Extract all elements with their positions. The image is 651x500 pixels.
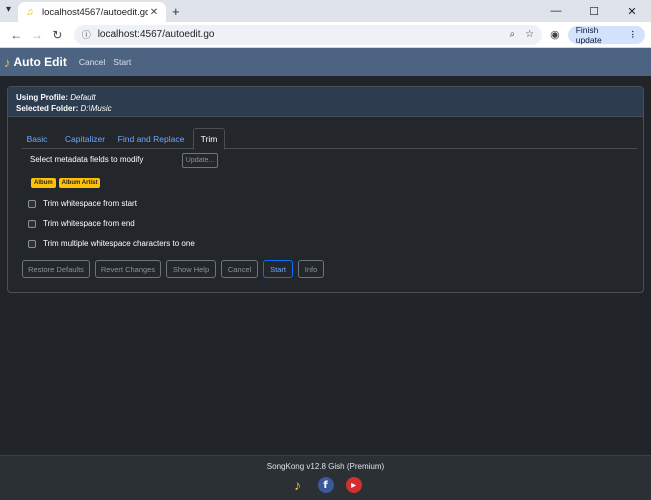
tab-search-icon[interactable]: ▾ bbox=[6, 4, 11, 15]
profile-line: Using Profile: Default bbox=[16, 92, 635, 103]
field-badge: Album bbox=[31, 178, 56, 188]
trim-multiple-label: Trim multiple whitespace characters to o… bbox=[43, 239, 195, 248]
fields-label: Select metadata fields to modify bbox=[30, 155, 144, 164]
music-note-icon: ♫ bbox=[26, 6, 34, 18]
tab-basic[interactable]: Basic bbox=[22, 128, 52, 149]
show-help-button[interactable]: Show Help bbox=[166, 260, 216, 278]
folder-label: Selected Folder: bbox=[16, 104, 79, 113]
zoom-icon[interactable]: ⌕ bbox=[510, 29, 516, 40]
profile-label: Using Profile: bbox=[16, 93, 69, 102]
trim-start-checkbox[interactable] bbox=[28, 199, 36, 208]
revert-changes-button[interactable]: Revert Changes bbox=[95, 260, 161, 278]
settings-tabs: Basic Capitalizer Find and Replace Trim bbox=[22, 128, 637, 150]
card-header: Using Profile: Default Selected Folder: … bbox=[8, 87, 643, 117]
nav-cancel-link[interactable]: Cancel bbox=[79, 57, 105, 67]
youtube-icon[interactable]: ▶ bbox=[345, 477, 362, 493]
profile-icon[interactable]: ◉ bbox=[550, 28, 560, 41]
profile-value: Default bbox=[70, 93, 96, 102]
minimize-icon[interactable]: — bbox=[537, 0, 575, 22]
url-text: localhost:4567/autoedit.go bbox=[97, 29, 215, 40]
footer-icons: ♪ f ▶ bbox=[0, 477, 651, 493]
app-footer: SongKong v12.8 Gish (Premium) ♪ f ▶ bbox=[0, 455, 651, 500]
new-tab-icon[interactable]: + bbox=[172, 4, 180, 19]
bookmark-star-icon[interactable]: ☆ bbox=[525, 29, 534, 40]
autoedit-card: Using Profile: Default Selected Folder: … bbox=[7, 86, 644, 293]
brand-title: Auto Edit bbox=[13, 55, 67, 69]
tab-capitalizer[interactable]: Capitalizer bbox=[56, 128, 114, 149]
tab-find-and-replace[interactable]: Find and Replace bbox=[116, 128, 186, 149]
start-button[interactable]: Start bbox=[263, 260, 293, 278]
forward-icon[interactable]: → bbox=[27, 28, 48, 42]
browser-toolbar: ← → ↻ ⓘ localhost:4567/autoedit.go ⌕ ☆ ◉… bbox=[0, 22, 651, 48]
browser-tab-title: localhost4567/autoedit.go bbox=[42, 6, 148, 18]
window-controls: — ☐ ✕ bbox=[537, 0, 651, 22]
maximize-icon[interactable]: ☐ bbox=[575, 0, 613, 22]
site-info-icon[interactable]: ⓘ bbox=[82, 28, 91, 41]
folder-line: Selected Folder: D:\Music bbox=[16, 103, 635, 114]
cancel-button[interactable]: Cancel bbox=[221, 260, 258, 278]
version-text: SongKong v12.8 Gish (Premium) bbox=[266, 462, 385, 471]
facebook-icon[interactable]: f bbox=[317, 477, 334, 493]
trim-end-option[interactable]: Trim whitespace from end bbox=[28, 219, 135, 228]
finish-update-button[interactable]: Finish update ⋮ bbox=[567, 24, 645, 45]
songkong-logo-icon: ♪ bbox=[4, 54, 11, 70]
tab-trim[interactable]: Trim bbox=[193, 128, 225, 150]
trim-multiple-checkbox[interactable] bbox=[28, 239, 36, 248]
app-brand[interactable]: ♪ Auto Edit bbox=[4, 55, 67, 70]
info-button[interactable]: Info bbox=[298, 260, 324, 278]
address-bar[interactable]: ⓘ localhost:4567/autoedit.go ⌕ ☆ bbox=[73, 24, 543, 45]
restore-defaults-button[interactable]: Restore Defaults bbox=[22, 260, 90, 278]
finish-update-label: Finish update bbox=[575, 24, 602, 45]
trim-start-label: Trim whitespace from start bbox=[43, 199, 137, 208]
trim-multiple-option[interactable]: Trim multiple whitespace characters to o… bbox=[28, 239, 195, 248]
nav-start-link[interactable]: Start bbox=[113, 57, 131, 67]
reload-icon[interactable]: ↻ bbox=[47, 28, 68, 42]
close-window-icon[interactable]: ✕ bbox=[613, 0, 651, 22]
browser-tab[interactable]: ♫ localhost4567/autoedit.go ✕ bbox=[18, 2, 166, 22]
selected-fields: Album Album Artist bbox=[31, 178, 101, 188]
trim-end-checkbox[interactable] bbox=[28, 219, 36, 228]
trim-end-label: Trim whitespace from end bbox=[43, 219, 135, 228]
browser-tabstrip: ▾ ♫ localhost4567/autoedit.go ✕ + — ☐ ✕ bbox=[0, 0, 651, 22]
songkong-icon[interactable]: ♪ bbox=[290, 477, 306, 493]
back-icon[interactable]: ← bbox=[6, 28, 27, 42]
field-badge: Album Artist bbox=[58, 178, 101, 188]
update-fields-button[interactable]: Update... bbox=[182, 153, 218, 168]
folder-value: D:\Music bbox=[80, 104, 112, 113]
app-navbar: ♪ Auto Edit Cancel Start bbox=[0, 48, 651, 76]
menu-dots-icon: ⋮ bbox=[628, 29, 637, 39]
close-tab-icon[interactable]: ✕ bbox=[148, 7, 160, 18]
trim-start-option[interactable]: Trim whitespace from start bbox=[28, 199, 137, 208]
